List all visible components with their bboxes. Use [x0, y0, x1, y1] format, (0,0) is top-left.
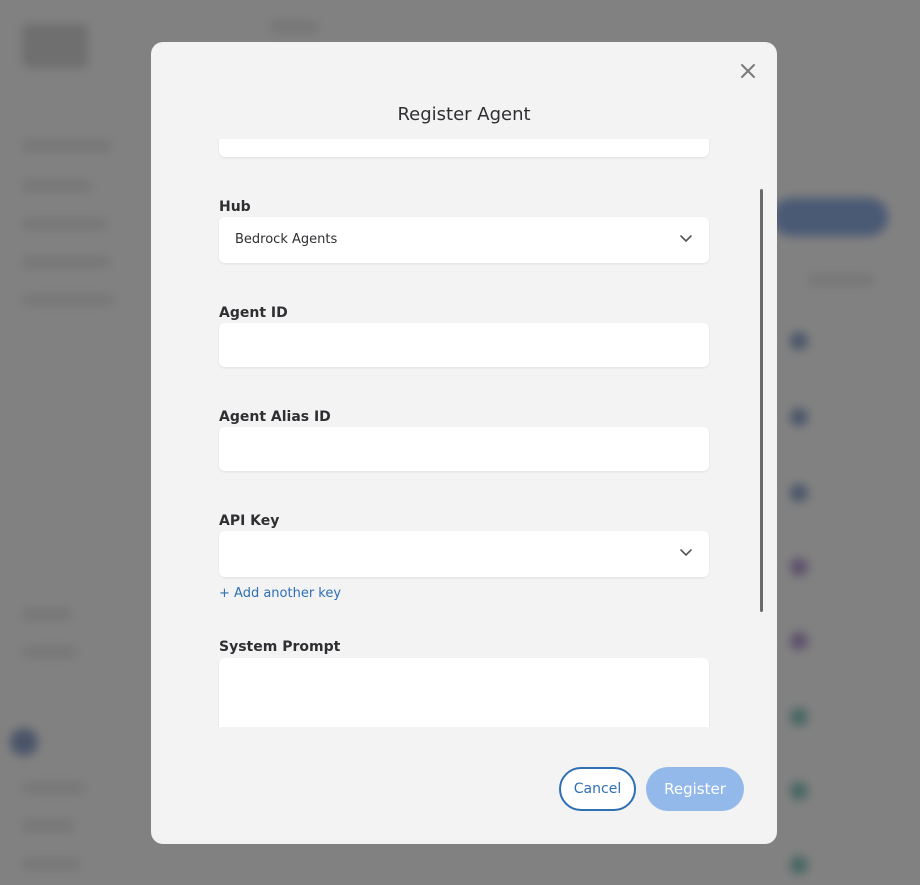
chevron-down-icon	[680, 235, 692, 243]
form-scroll-area[interactable]: Hub Bedrock Agents Agent ID Agent Alias …	[151, 139, 777, 727]
system-prompt-textarea[interactable]	[219, 658, 709, 727]
close-icon	[741, 64, 755, 78]
agent-alias-id-input[interactable]	[219, 427, 709, 471]
api-key-select[interactable]	[219, 531, 709, 577]
hub-label: Hub	[219, 199, 251, 215]
add-another-key-link[interactable]: + Add another key	[219, 586, 341, 601]
system-prompt-label: System Prompt	[219, 639, 341, 655]
partial-input-field[interactable]	[219, 139, 709, 157]
hub-select-value: Bedrock Agents	[235, 232, 338, 247]
dialog-title: Register Agent	[397, 104, 531, 125]
agent-id-input[interactable]	[219, 323, 709, 367]
cancel-button[interactable]: Cancel	[559, 767, 636, 811]
agent-alias-id-label: Agent Alias ID	[219, 409, 331, 425]
hub-select[interactable]: Bedrock Agents	[219, 217, 709, 263]
close-button[interactable]	[737, 60, 759, 82]
api-key-label: API Key	[219, 513, 280, 529]
register-agent-dialog: Register Agent Hub Bedrock Agents Agent …	[151, 42, 777, 844]
agent-id-label: Agent ID	[219, 305, 288, 321]
form-scrollbar[interactable]	[760, 189, 763, 612]
chevron-down-icon	[680, 549, 692, 557]
register-button[interactable]: Register	[646, 767, 744, 811]
